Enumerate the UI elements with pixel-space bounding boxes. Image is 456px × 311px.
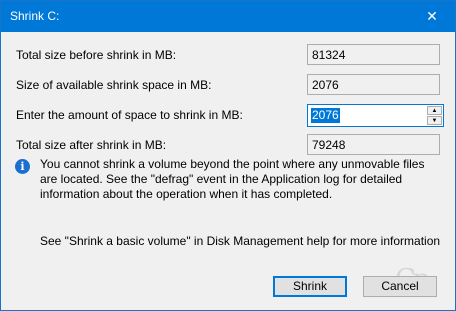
total-after-value: 79248 bbox=[307, 134, 440, 155]
info-icon: i bbox=[15, 159, 30, 174]
window-title: Shrink C: bbox=[10, 9, 60, 23]
title-bar[interactable]: Shrink C: ✕ bbox=[1, 1, 455, 32]
spin-up-button[interactable]: ▲ bbox=[427, 106, 442, 115]
close-icon: ✕ bbox=[426, 8, 438, 24]
chevron-up-icon: ▲ bbox=[431, 107, 438, 114]
close-button[interactable]: ✕ bbox=[409, 1, 455, 32]
available-space-value: 2076 bbox=[307, 74, 440, 95]
info-message: You cannot shrink a volume beyond the po… bbox=[40, 157, 425, 201]
total-after-label: Total size after shrink in MB: bbox=[16, 138, 167, 152]
shrink-dialog: Shrink C: ✕ Total size before shrink in … bbox=[0, 0, 456, 311]
shrink-amount-label: Enter the amount of space to shrink in M… bbox=[16, 108, 243, 122]
total-before-value: 81324 bbox=[307, 44, 440, 65]
shrink-amount-input[interactable]: 2076 bbox=[311, 108, 340, 123]
spin-down-button[interactable]: ▼ bbox=[427, 116, 442, 125]
cancel-button[interactable]: Cancel bbox=[363, 276, 437, 297]
spin-buttons: ▲ ▼ bbox=[427, 106, 442, 125]
dialog-body: Total size before shrink in MB: 81324 Si… bbox=[1, 32, 455, 310]
available-space-label: Size of available shrink space in MB: bbox=[16, 78, 212, 92]
help-message: See "Shrink a basic volume" in Disk Mana… bbox=[40, 234, 441, 248]
shrink-button[interactable]: Shrink bbox=[273, 276, 347, 297]
chevron-down-icon: ▼ bbox=[431, 117, 438, 124]
total-before-label: Total size before shrink in MB: bbox=[16, 48, 177, 62]
shrink-amount-spinbox[interactable]: 2076 ▲ ▼ bbox=[307, 104, 444, 127]
